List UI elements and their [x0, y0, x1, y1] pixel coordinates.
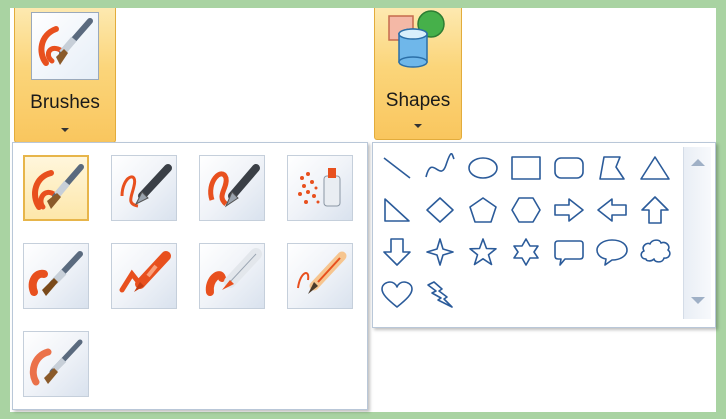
up-arrow-icon — [641, 196, 669, 224]
five-point-star-icon — [469, 238, 497, 266]
shape-diamond[interactable] — [422, 195, 458, 225]
cloud-callout-icon — [640, 239, 671, 263]
brush-option-crayon[interactable] — [111, 243, 177, 309]
polygon-icon — [599, 156, 625, 180]
right-arrow-icon — [554, 198, 584, 222]
shape-curve[interactable] — [422, 152, 458, 183]
heart-icon — [381, 281, 413, 308]
brushes-button[interactable]: Brushes — [14, 8, 116, 143]
oval-icon — [468, 157, 498, 179]
lightning-icon — [427, 281, 453, 308]
oil-brush-icon — [28, 251, 83, 296]
shapes-button[interactable]: Shapes — [374, 8, 462, 140]
shape-line[interactable] — [379, 153, 415, 183]
down-arrow-icon — [383, 238, 411, 266]
brush-option-airbrush[interactable] — [287, 155, 353, 221]
shape-oval[interactable] — [465, 153, 501, 183]
scroll-down-icon[interactable] — [690, 297, 705, 304]
watercolor-brush-icon — [29, 339, 83, 386]
shape-rounded-rectangular-callout[interactable] — [551, 237, 587, 267]
brush-option-marker[interactable] — [199, 243, 265, 309]
six-point-star-icon — [513, 238, 539, 266]
shape-heart[interactable] — [379, 279, 415, 309]
marker-icon — [205, 248, 262, 296]
shapes-label: Shapes — [385, 90, 451, 111]
oval-callout-icon — [596, 239, 628, 266]
brushes-label: Brushes — [30, 92, 100, 113]
shape-left-arrow[interactable] — [594, 195, 630, 225]
right-triangle-icon — [384, 198, 410, 222]
four-point-star-icon — [426, 238, 454, 266]
brush-icon — [32, 164, 84, 210]
paint-window: Brushes Shapes — [10, 8, 716, 412]
scroll-up-icon[interactable] — [690, 159, 705, 166]
triangle-icon — [640, 156, 670, 180]
calligraphy-brush-1-icon — [120, 164, 172, 208]
pentagon-icon — [469, 197, 497, 223]
shape-lightning[interactable] — [422, 279, 458, 309]
left-arrow-icon — [597, 198, 627, 222]
calligraphy-brush-2-icon — [208, 164, 260, 208]
line-icon — [383, 157, 411, 179]
brush-option-calligraphy-brush-2[interactable] — [199, 155, 265, 221]
shape-cloud-callout[interactable] — [637, 237, 673, 267]
brush-option-watercolor-brush[interactable] — [23, 331, 89, 397]
rounded-rectangle-icon — [554, 157, 584, 179]
rectangle-icon — [511, 156, 541, 180]
shape-hexagon[interactable] — [508, 195, 544, 225]
shape-six-point-star[interactable] — [508, 237, 544, 267]
brush-option-brush[interactable] — [23, 155, 89, 221]
hexagon-icon — [511, 197, 541, 223]
shape-right-triangle[interactable] — [379, 195, 415, 225]
shape-four-point-star[interactable] — [422, 237, 458, 267]
rounded-rectangular-callout-icon — [554, 240, 584, 266]
diamond-icon — [426, 197, 454, 223]
brush-option-oil-brush[interactable] — [23, 243, 89, 309]
curve-icon — [425, 152, 455, 178]
shape-rounded-rectangle[interactable] — [551, 153, 587, 183]
crayon-icon — [119, 251, 171, 293]
shape-triangle[interactable] — [637, 153, 673, 183]
shapes-icon — [388, 10, 445, 68]
gallery-scrollbar[interactable] — [683, 147, 711, 319]
shape-right-arrow[interactable] — [551, 195, 587, 225]
shape-polygon[interactable] — [594, 153, 630, 183]
shape-up-arrow[interactable] — [637, 195, 673, 225]
brush-option-natural-pencil[interactable] — [287, 243, 353, 309]
brushes-icon — [31, 12, 99, 80]
brush-option-calligraphy-brush-1[interactable] — [111, 155, 177, 221]
shape-pentagon[interactable] — [465, 195, 501, 225]
natural-pencil-icon — [297, 251, 347, 294]
shapes-gallery — [372, 142, 716, 328]
shape-five-point-star[interactable] — [465, 237, 501, 267]
shape-down-arrow[interactable] — [379, 237, 415, 267]
chevron-down-icon — [414, 124, 422, 128]
shape-rectangle[interactable] — [508, 153, 544, 183]
shape-oval-callout[interactable] — [594, 237, 630, 267]
chevron-down-icon — [61, 128, 69, 132]
brushes-gallery — [12, 142, 368, 410]
airbrush-icon — [298, 168, 341, 207]
